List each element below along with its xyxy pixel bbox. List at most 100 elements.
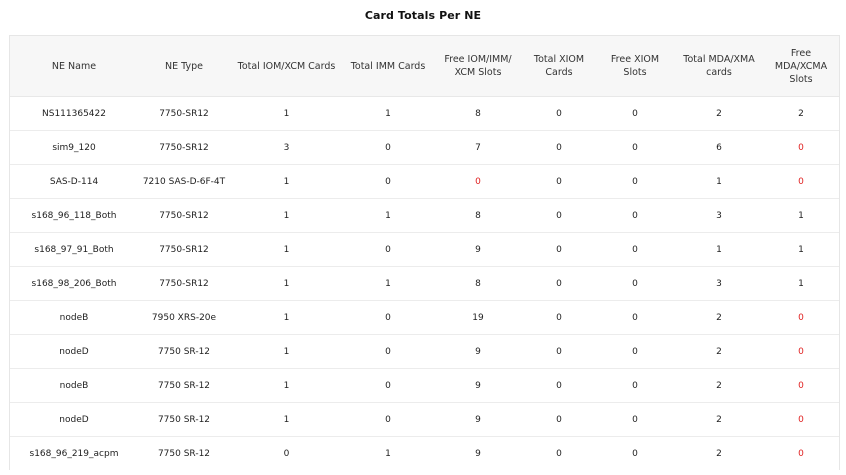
total-mda-xma-cards-cell: 2 xyxy=(675,300,763,335)
table-row[interactable]: SAS-D-114 7210 SAS-D-6F-4T 1 0 0 0 0 1 0 xyxy=(10,164,839,199)
total-iom-xcm-cards-cell: 1 xyxy=(230,266,343,301)
ne-name-cell: s168_96_118_Both xyxy=(10,198,138,233)
table-row[interactable]: nodeB 7950 XRS-20e 1 0 19 0 0 2 0 xyxy=(10,300,839,335)
total-mda-xma-cards-cell: 2 xyxy=(675,368,763,403)
free-iom-imm-xcm-slots-cell: 19 xyxy=(433,300,523,335)
free-iom-imm-xcm-slots-cell: 9 xyxy=(475,448,481,459)
column-header-total-xiom-cards[interactable]: Total XIOM Cards xyxy=(523,36,595,97)
column-header-free-mda-xcma-slots[interactable]: Free MDA/XCMA Slots xyxy=(763,36,839,97)
table-row[interactable]: s168_96_219_acpm 7750 SR-12 0 1 9 0 0 2 0 xyxy=(10,437,839,471)
free-mda-xcma-slots-cell: 1 xyxy=(763,266,839,301)
total-imm-cards-cell: 1 xyxy=(343,266,433,301)
ne-type-cell: 7750-SR12 xyxy=(138,96,230,131)
ne-name-cell: nodeB xyxy=(10,368,138,403)
total-imm-cards-cell: 0 xyxy=(343,402,433,437)
table-row[interactable]: NS111365422 7750-SR12 1 1 8 0 0 2 2 xyxy=(10,96,839,131)
free-mda-xcma-slots-cell: 0 xyxy=(763,130,839,165)
total-imm-cards-cell: 0 xyxy=(343,334,433,369)
free-xiom-slots-cell: 0 xyxy=(595,300,675,335)
total-iom-xcm-cards-cell: 3 xyxy=(230,130,343,165)
free-mda-xcma-slots-cell: 0 xyxy=(763,368,839,403)
free-xiom-slots-cell: 0 xyxy=(595,368,675,403)
column-header-total-mda-xma-cards[interactable]: Total MDA/XMA cards xyxy=(675,36,763,97)
ne-type-cell: 7750-SR12 xyxy=(138,130,230,165)
free-xiom-slots-cell: 0 xyxy=(595,232,675,267)
column-header-ne-type[interactable]: NE Type xyxy=(138,36,230,97)
total-xiom-cards-cell: 0 xyxy=(556,448,562,459)
total-xiom-cards-cell: 0 xyxy=(523,266,595,301)
column-header-ne-name[interactable]: NE Name xyxy=(10,36,138,97)
total-iom-xcm-cards-cell: 1 xyxy=(230,198,343,233)
table-header-row: NE Name NE Type Total IOM/XCM Cards Tota… xyxy=(10,36,839,97)
ne-name-cell: s168_98_206_Both xyxy=(10,266,138,301)
total-imm-cards-cell: 1 xyxy=(343,96,433,131)
free-xiom-slots-cell: 0 xyxy=(595,198,675,233)
ne-name-cell: nodeD xyxy=(10,334,138,369)
ne-type-cell: 7750-SR12 xyxy=(138,232,230,267)
total-mda-xma-cards-cell: 1 xyxy=(675,164,763,199)
table-row[interactable]: nodeD 7750 SR-12 1 0 9 0 0 2 0 xyxy=(10,402,839,437)
free-xiom-slots-cell: 0 xyxy=(595,130,675,165)
total-imm-cards-cell: 0 xyxy=(343,164,433,199)
free-xiom-slots-cell: 0 xyxy=(595,96,675,131)
total-xiom-cards-cell: 0 xyxy=(523,164,595,199)
card-totals-table-container: NE Name NE Type Total IOM/XCM Cards Tota… xyxy=(9,35,840,470)
table-row[interactable]: nodeB 7750 SR-12 1 0 9 0 0 2 0 xyxy=(10,368,839,403)
free-mda-xcma-slots-cell: 0 xyxy=(763,300,839,335)
total-mda-xma-cards-cell: 2 xyxy=(675,402,763,437)
ne-name-cell: SAS-D-114 xyxy=(10,164,138,199)
free-iom-imm-xcm-slots-cell: 9 xyxy=(433,368,523,403)
ne-type-cell: 7750 SR-12 xyxy=(138,368,230,403)
total-iom-xcm-cards-cell: 1 xyxy=(230,164,343,199)
total-mda-xma-cards-cell: 2 xyxy=(675,96,763,131)
total-xiom-cards-cell: 0 xyxy=(523,300,595,335)
total-xiom-cards-cell: 0 xyxy=(523,334,595,369)
ne-type-cell: 7750 SR-12 xyxy=(138,334,230,369)
total-imm-cards-cell: 1 xyxy=(385,448,391,459)
free-iom-imm-xcm-slots-cell: 9 xyxy=(433,232,523,267)
total-imm-cards-cell: 0 xyxy=(343,130,433,165)
total-mda-xma-cards-cell: 6 xyxy=(675,130,763,165)
free-mda-xcma-slots-cell: 2 xyxy=(763,96,839,131)
column-header-total-imm-cards[interactable]: Total IMM Cards xyxy=(343,36,433,97)
column-header-total-iom-xcm-cards[interactable]: Total IOM/XCM Cards xyxy=(230,36,343,97)
total-iom-xcm-cards-cell: 1 xyxy=(230,96,343,131)
free-mda-xcma-slots-cell: 1 xyxy=(763,198,839,233)
ne-type-cell: 7750-SR12 xyxy=(138,198,230,233)
free-xiom-slots-cell: 0 xyxy=(595,164,675,199)
total-iom-xcm-cards-cell: 0 xyxy=(283,448,290,459)
ne-name-cell: s168_96_219_acpm xyxy=(29,448,119,459)
free-iom-imm-xcm-slots-cell: 8 xyxy=(433,266,523,301)
total-imm-cards-cell: 0 xyxy=(343,232,433,267)
column-header-free-xiom-slots[interactable]: Free XIOM Slots xyxy=(595,36,675,97)
table-row[interactable]: nodeD 7750 SR-12 1 0 9 0 0 2 0 xyxy=(10,334,839,369)
table-row[interactable]: sim9_120 7750-SR12 3 0 7 0 0 6 0 xyxy=(10,130,839,165)
ne-type-cell: 7750 SR-12 xyxy=(157,448,211,459)
total-xiom-cards-cell: 0 xyxy=(523,130,595,165)
ne-name-cell: nodeD xyxy=(10,402,138,437)
free-xiom-slots-cell: 0 xyxy=(632,448,638,459)
total-mda-xma-cards-cell: 3 xyxy=(675,198,763,233)
free-iom-imm-xcm-slots-cell: 8 xyxy=(433,198,523,233)
free-iom-imm-xcm-slots-cell: 9 xyxy=(433,334,523,369)
free-iom-imm-xcm-slots-cell: 9 xyxy=(433,402,523,437)
column-header-free-iom-imm-xcm-slots[interactable]: Free IOM/IMM/ XCM Slots xyxy=(433,36,523,97)
free-iom-imm-xcm-slots-cell: 8 xyxy=(433,96,523,131)
total-mda-xma-cards-cell: 3 xyxy=(675,266,763,301)
total-mda-xma-cards-cell: 1 xyxy=(675,232,763,267)
free-mda-xcma-slots-cell: 1 xyxy=(763,232,839,267)
table-body: NS111365422 7750-SR12 1 1 8 0 0 2 2 sim9_120 7750-… xyxy=(10,96,839,471)
table-row[interactable]: s168_98_206_Both 7750-SR12 1 1 8 0 0 3 1 xyxy=(10,266,839,301)
ne-name-cell: s168_97_91_Both xyxy=(10,232,138,267)
total-xiom-cards-cell: 0 xyxy=(523,198,595,233)
total-xiom-cards-cell: 0 xyxy=(523,402,595,437)
total-imm-cards-cell: 0 xyxy=(343,300,433,335)
total-mda-xma-cards-cell: 2 xyxy=(675,334,763,369)
total-iom-xcm-cards-cell: 1 xyxy=(230,232,343,267)
total-imm-cards-cell: 1 xyxy=(343,198,433,233)
ne-type-cell: 7750 SR-12 xyxy=(138,402,230,437)
table-row[interactable]: s168_96_118_Both 7750-SR12 1 1 8 0 0 3 1 xyxy=(10,198,839,233)
table-row[interactable]: s168_97_91_Both 7750-SR12 1 0 9 0 0 1 1 xyxy=(10,232,839,267)
card-totals-table: NE Name NE Type Total IOM/XCM Cards Tota… xyxy=(10,36,839,470)
total-xiom-cards-cell: 0 xyxy=(523,368,595,403)
